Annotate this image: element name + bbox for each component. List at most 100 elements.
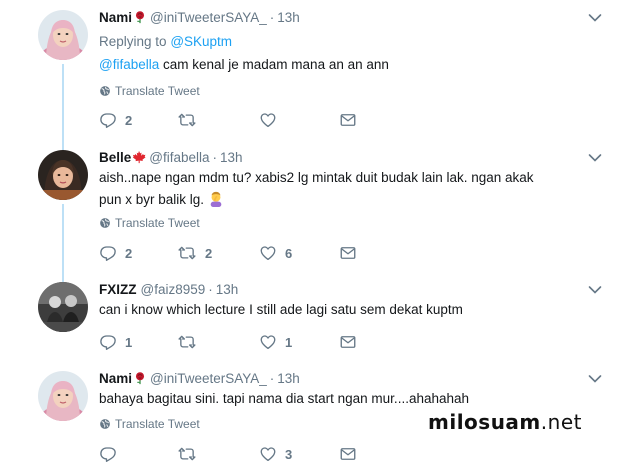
thread-line [62, 64, 64, 152]
tweet-text-body: aish..nape ngan mdm tu? xabis2 lg mintak… [99, 170, 534, 207]
avatar[interactable] [38, 150, 88, 200]
retweet-icon [177, 333, 197, 351]
direct-message-button[interactable] [339, 445, 357, 463]
reply-button[interactable]: 1 [99, 333, 132, 351]
like-button[interactable]: 6 [259, 244, 292, 262]
tweet-actions: 3 [99, 445, 439, 465]
timestamp[interactable]: 13h [277, 371, 300, 386]
chevron-down-icon[interactable] [588, 13, 602, 23]
display-name[interactable]: FXIZZ [99, 282, 137, 297]
tweet-text: can i know which lecture I still ade lag… [99, 299, 599, 321]
retweet-button[interactable]: 2 [177, 244, 212, 262]
translate-tweet[interactable]: Translate Tweet [99, 416, 200, 432]
separator-dot: · [269, 10, 275, 25]
tweet-text: @fifabella cam kenal je madam mana an an… [99, 54, 599, 76]
mention-link[interactable]: @fifabella [99, 57, 159, 72]
timestamp[interactable]: 13h [277, 10, 300, 25]
avatar-image [38, 371, 88, 421]
reply-button[interactable] [99, 445, 125, 463]
reply-icon [99, 244, 117, 262]
display-name[interactable]: Nami [99, 10, 132, 25]
tweet-text: bahaya bagitau sini. tapi nama dia start… [99, 388, 599, 410]
tweet-actions: 2 [99, 111, 439, 131]
like-button[interactable]: 1 [259, 333, 292, 351]
tweet-header: Nami @iniTweeterSAYA_ · 13h [99, 9, 300, 27]
replying-to: Replying to @SKuptm [99, 33, 232, 51]
retweet-icon [177, 111, 197, 129]
username[interactable]: @faiz8959 [141, 282, 206, 297]
tweet-3[interactable]: FXIZZ @faiz8959 · 13h can i know which lect… [0, 272, 637, 366]
translate-tweet[interactable]: Translate Tweet [99, 215, 200, 231]
username[interactable]: @iniTweeterSAYA_ [150, 371, 267, 386]
like-button[interactable]: 3 [259, 445, 292, 463]
avatar[interactable] [38, 10, 88, 60]
avatar-image [38, 282, 88, 332]
separator-dot: · [212, 150, 218, 165]
heart-icon [259, 445, 277, 463]
reply-icon [99, 111, 117, 129]
timestamp[interactable]: 13h [216, 282, 239, 297]
username[interactable]: @fifabella [149, 150, 209, 165]
reply-icon [99, 445, 117, 463]
direct-message-button[interactable] [339, 333, 357, 351]
globe-icon [99, 217, 111, 229]
like-button[interactable] [259, 111, 285, 129]
translate-label: Translate Tweet [115, 84, 200, 98]
username[interactable]: @iniTweeterSAYA_ [150, 10, 267, 25]
retweet-button[interactable] [177, 333, 205, 351]
retweet-icon [177, 445, 197, 463]
translate-tweet[interactable]: Translate Tweet [99, 83, 200, 99]
tweet-text: aish..nape ngan mdm tu? xabis2 lg mintak… [99, 167, 549, 211]
person-facepalming-emoji-icon [208, 191, 224, 207]
tweet-1[interactable]: Nami @iniTweeterSAYA_ · 13h Replying to @SK… [0, 0, 637, 152]
display-name[interactable]: Belle [99, 150, 131, 165]
tweet-text-body: cam kenal je madam mana an an ann [159, 57, 389, 72]
tweet-actions: 2 2 6 [99, 244, 439, 264]
retweet-button[interactable] [177, 445, 205, 463]
tweet-header: Belle @fifabella · 13h [99, 149, 243, 167]
tweet-header: FXIZZ @faiz8959 · 13h [99, 281, 238, 299]
chevron-down-icon[interactable] [588, 285, 602, 295]
replying-to-mention[interactable]: @SKuptm [170, 34, 232, 49]
reply-count: 2 [125, 112, 133, 128]
like-count: 6 [285, 245, 293, 261]
like-count: 1 [285, 334, 293, 350]
heart-icon [259, 333, 277, 351]
tweet-text-body: can i know which lecture I still ade lag… [99, 302, 463, 317]
maple-leaf-emoji-icon [132, 150, 146, 164]
reply-button[interactable]: 2 [99, 244, 132, 262]
direct-message-button[interactable] [339, 244, 357, 262]
heart-icon [259, 111, 277, 129]
rose-emoji-icon [133, 10, 147, 24]
avatar[interactable] [38, 371, 88, 421]
reply-button[interactable]: 2 [99, 111, 132, 129]
separator-dot: · [269, 371, 275, 386]
tweet-actions: 1 1 [99, 333, 439, 353]
envelope-icon [339, 244, 357, 262]
globe-icon [99, 418, 111, 430]
direct-message-button[interactable] [339, 111, 357, 129]
timestamp[interactable]: 13h [220, 150, 243, 165]
retweet-count: 2 [205, 245, 213, 261]
avatar-image [38, 150, 88, 200]
chevron-down-icon[interactable] [588, 374, 602, 384]
globe-icon [99, 85, 111, 97]
tweet-2[interactable]: Belle @fifabella · 13h aish..nape ngan mdm … [0, 140, 637, 284]
retweet-icon [177, 244, 197, 262]
watermark-name: milosuam [428, 410, 541, 434]
reply-icon [99, 333, 117, 351]
envelope-icon [339, 111, 357, 129]
separator-dot: · [208, 282, 213, 297]
envelope-icon [339, 333, 357, 351]
watermark: milosuam.net [428, 410, 582, 434]
display-name[interactable]: Nami [99, 371, 132, 386]
retweet-button[interactable] [177, 111, 205, 129]
like-count: 3 [285, 446, 293, 462]
translate-label: Translate Tweet [115, 417, 200, 431]
avatar-image [38, 10, 88, 60]
avatar[interactable] [38, 282, 88, 332]
replying-to-label: Replying to [99, 34, 167, 49]
chevron-down-icon[interactable] [588, 153, 602, 163]
reply-count: 1 [125, 334, 133, 350]
watermark-tld: .net [540, 410, 582, 434]
